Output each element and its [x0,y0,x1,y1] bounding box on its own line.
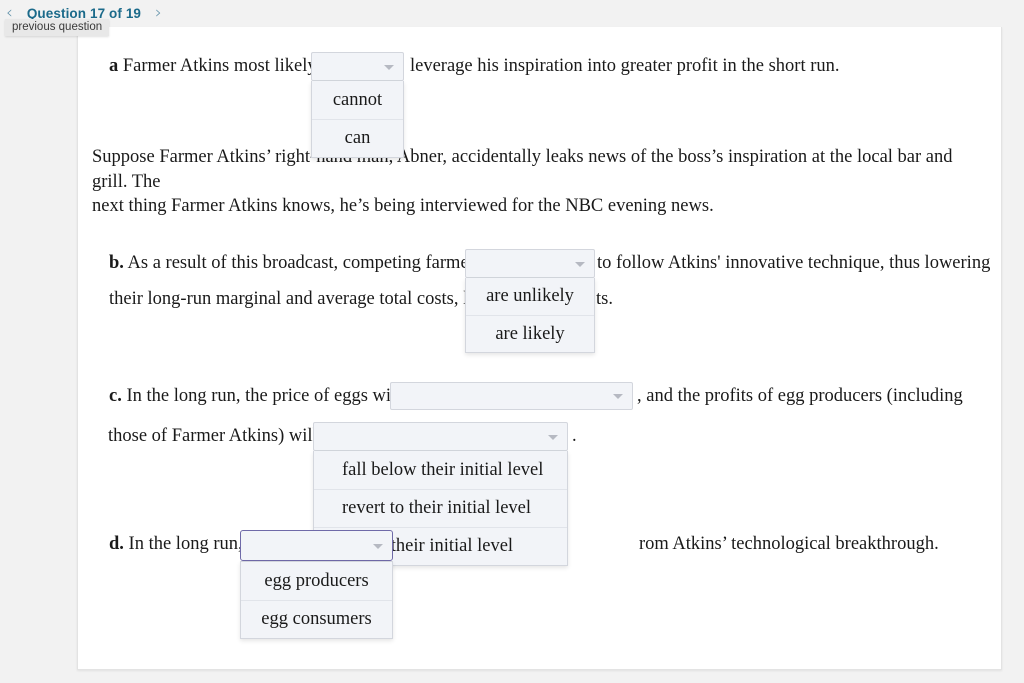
narrative-line-2: next thing Farmer Atkins knows, he’s bei… [92,196,714,216]
part-c-option-1[interactable]: revert to their initial level [314,489,567,527]
part-c-line2-after: . [572,426,577,446]
part-b-label: b. [109,253,124,273]
previous-question-tooltip: previous question [5,19,110,36]
part-b-select[interactable] [465,249,595,278]
part-a-label: a [109,56,119,76]
part-c-profit-select[interactable] [313,422,568,451]
narrative-line-1: Suppose Farmer Atkins’ right-hand man, A… [92,147,953,192]
part-d-option-list[interactable]: egg producers egg consumers [240,561,393,639]
part-d-text-before: In the long run, [128,534,243,554]
part-b-option-list[interactable]: are unlikely are likely [465,278,595,353]
part-c-price-select[interactable] [390,382,633,410]
chevron-down-icon [548,434,558,440]
part-b-text-before: As a result of this broadcast, competing… [127,253,483,273]
part-b-line2-before: their long-run marginal and average tota… [109,289,494,309]
part-b-option-0[interactable]: are unlikely [466,278,594,315]
part-c-text-before: In the long run, the price of eggs will [126,386,402,406]
part-b-text-after: to follow Atkins' innovative technique, … [597,253,991,273]
part-c-option-0[interactable]: fall below their initial level [314,451,567,489]
part-b-prompt-before: b. As a result of this broadcast, compet… [109,251,482,276]
part-d-label: d. [109,534,124,554]
part-c-text-mid: , and the profits of egg producers (incl… [637,386,963,406]
question-navigation-bar: ‹ Question 17 of 19 › [0,0,1024,27]
part-a-text-before: Farmer Atkins most likely [122,56,317,76]
part-d-option-0[interactable]: egg producers [241,562,392,600]
part-d-option-1[interactable]: egg consumers [241,600,392,638]
chevron-down-icon [373,543,383,549]
part-b-line2-after: ts. [596,289,613,309]
chevron-down-icon [575,261,585,267]
narrative-paragraph: Suppose Farmer Atkins’ right-hand man, A… [92,145,992,219]
part-d-select[interactable] [240,530,393,561]
chevron-down-icon [384,64,394,70]
part-a-text-after: leverage his inspiration into greater pr… [410,56,840,76]
next-question-icon[interactable]: › [149,5,168,22]
part-c-label: c. [109,386,122,406]
part-d-text-after: rom Atkins’ technological breakthrough. [639,534,939,554]
part-a-select[interactable] [311,52,404,81]
part-c-line2-before: those of Farmer Atkins) will [108,426,318,446]
part-a-prompt-before: a Farmer Atkins most likely [109,54,317,79]
question-content-panel: a Farmer Atkins most likely leverage his… [77,27,1002,670]
part-a-option-1[interactable]: can [312,119,403,157]
part-c-prompt-before: c. In the long run, the price of eggs wi… [109,384,401,409]
part-d-prompt-before: d. In the long run, [109,532,243,557]
part-a-option-list[interactable]: cannot can [311,81,404,158]
part-a-option-0[interactable]: cannot [312,81,403,119]
part-b-option-1[interactable]: are likely [466,315,594,352]
chevron-down-icon [613,394,623,399]
